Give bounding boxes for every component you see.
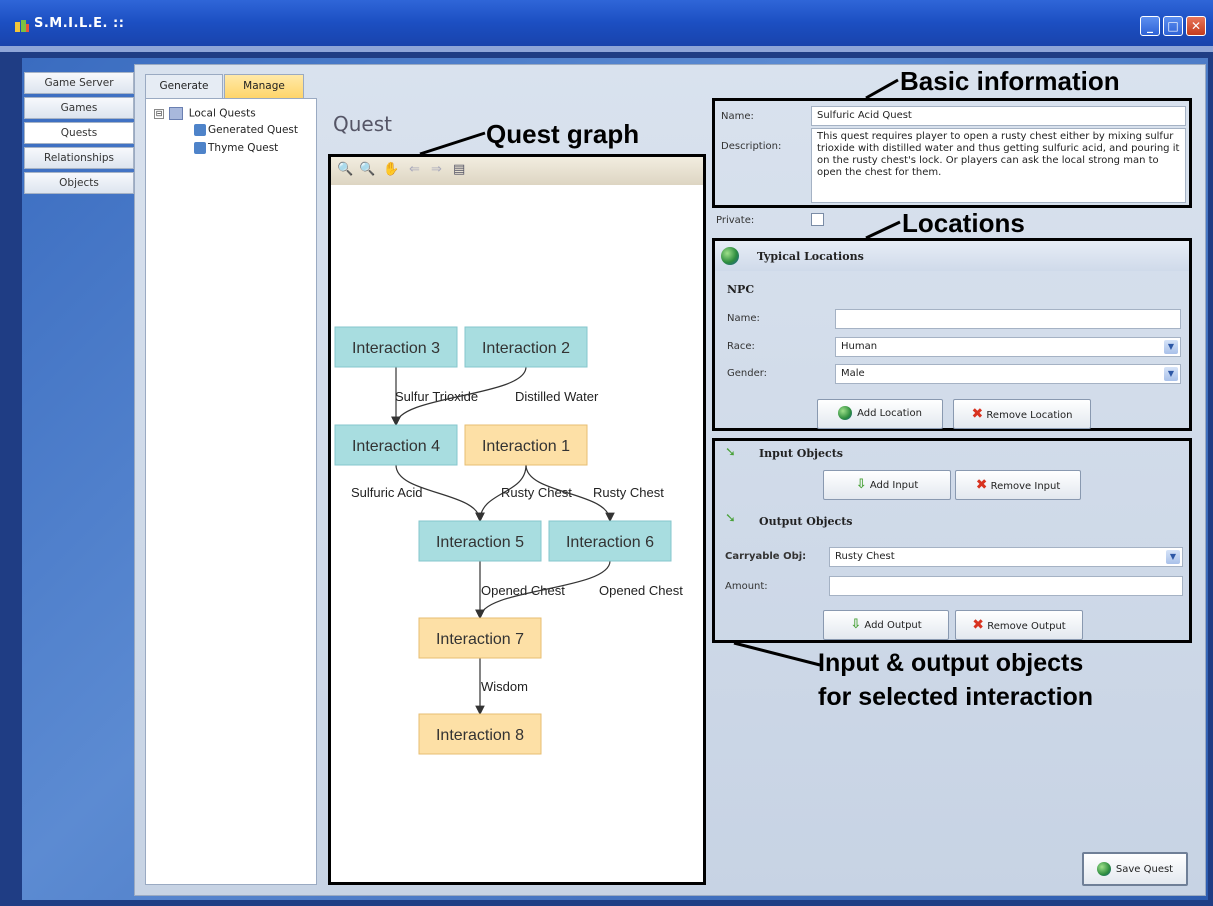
annotation-locations: Locations [902,208,1025,238]
annotation-io-line1: Input & output objects [818,649,1084,677]
annotation-quest-graph: Quest graph [486,119,640,149]
annotation-io-line2: for selected interaction [818,683,1094,711]
annotation-basic-info: Basic information [900,66,1120,96]
